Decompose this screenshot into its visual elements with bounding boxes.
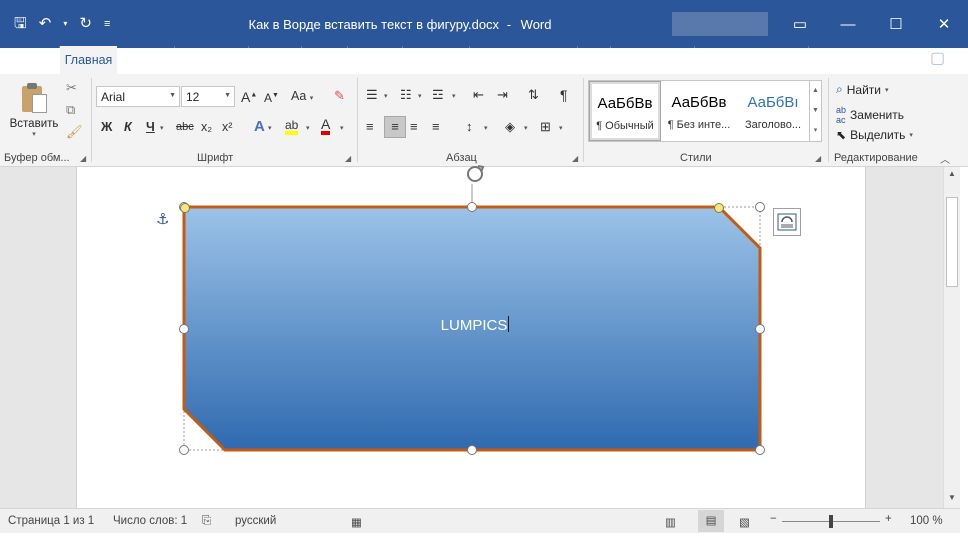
language-indicator[interactable]: русский: [235, 515, 276, 527]
resize-handle-bottom-left[interactable]: [179, 445, 189, 455]
resize-handle-left[interactable]: [179, 324, 189, 334]
resize-handle-top[interactable]: [467, 202, 477, 212]
scroll-up-icon[interactable]: ▲: [944, 169, 960, 178]
adjust-handle-right[interactable]: [714, 203, 724, 213]
scroll-down-icon[interactable]: ▼: [944, 493, 960, 502]
anchor-icon[interactable]: ⚓︎: [156, 210, 169, 228]
proofing-icon[interactable]: ⎘: [202, 515, 211, 528]
rotate-handle-icon[interactable]: [467, 165, 485, 182]
shape-layer: [179, 165, 765, 455]
resize-handle-bottom[interactable]: [467, 445, 477, 455]
layout-options-button[interactable]: [773, 208, 801, 236]
text-cursor: [508, 316, 510, 332]
macro-icon[interactable]: ▦: [351, 515, 362, 529]
window-border: [960, 167, 968, 541]
resize-handle-right[interactable]: [755, 324, 765, 334]
web-layout-icon[interactable]: ▧: [739, 515, 750, 529]
page-indicator[interactable]: Страница 1 из 1: [8, 515, 94, 527]
zoom-out-button[interactable]: −: [770, 513, 777, 525]
zoom-in-button[interactable]: +: [885, 513, 892, 525]
vertical-scrollbar[interactable]: ▲ ▼: [943, 167, 960, 508]
word-count[interactable]: Число слов: 1: [113, 515, 187, 527]
layout-options-icon: [777, 213, 797, 231]
resize-handle-top-right[interactable]: [755, 202, 765, 212]
scroll-thumb[interactable]: [946, 197, 958, 287]
read-mode-icon[interactable]: ▥: [665, 515, 676, 529]
status-bar: Страница 1 из 1 Число слов: 1 ⎘ русский …: [0, 508, 960, 533]
zoom-level[interactable]: 100 %: [910, 515, 943, 527]
adjust-handle-left[interactable]: [180, 203, 190, 213]
shape-text-content: LUMPICS: [440, 317, 508, 334]
print-layout-icon[interactable]: ▤: [698, 510, 724, 532]
resize-handle-bottom-right[interactable]: [755, 445, 765, 455]
shape-text[interactable]: LUMPICS: [390, 316, 560, 334]
zoom-slider-thumb[interactable]: [829, 515, 833, 528]
window-border: [0, 533, 968, 541]
